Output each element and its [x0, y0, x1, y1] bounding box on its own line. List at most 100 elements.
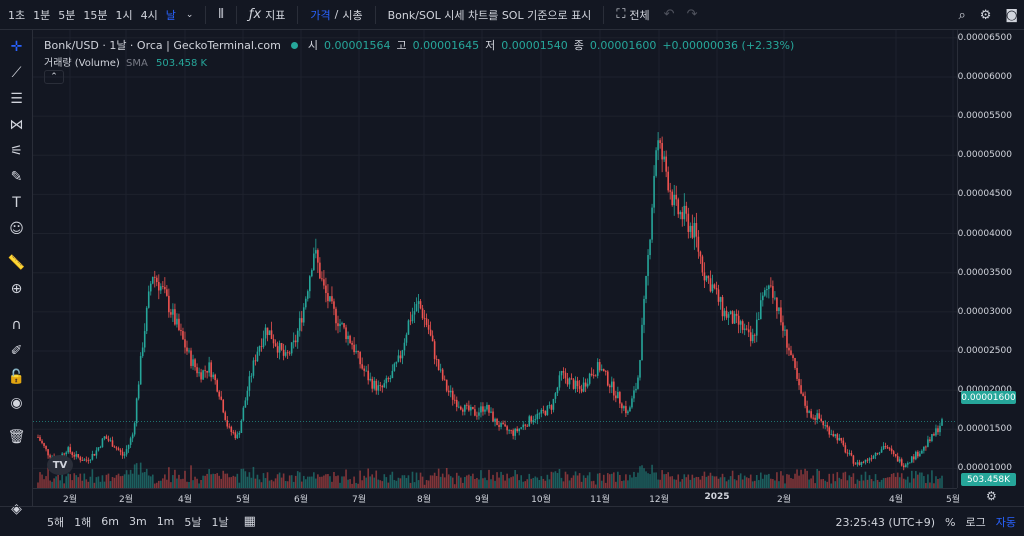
interval-6[interactable]: 날	[162, 7, 180, 23]
lock-icon[interactable]: 🔓	[0, 366, 33, 388]
magnet-icon[interactable]: ∩	[0, 314, 33, 336]
candle-body	[67, 447, 70, 453]
volume-bar	[341, 476, 343, 488]
trend-line-icon[interactable]: ⟋	[0, 62, 33, 84]
volume-bar	[904, 479, 907, 488]
range-5[interactable]: 5날	[179, 514, 206, 530]
eye-icon[interactable]: ◉	[0, 392, 33, 414]
range-1[interactable]: 1해	[69, 514, 96, 530]
crosshair-icon[interactable]: ✛	[0, 36, 33, 58]
text-icon[interactable]: T	[0, 192, 33, 214]
volume-bar	[67, 473, 70, 488]
candle-body	[162, 286, 164, 288]
symbol-title[interactable]: Bonk/USD · 1날 · Orca | GeckoTerminal.com	[44, 37, 281, 53]
candle-body	[520, 427, 523, 429]
brush-icon[interactable]: ✎	[0, 166, 33, 188]
emoji-icon[interactable]: ☺	[0, 218, 33, 240]
candle-body	[719, 297, 722, 302]
time-axis[interactable]: 2월 2월 4월 5월 6월 7월 8월 9월 10월 11월 12월 2025 2월 4월 5월	[33, 488, 960, 506]
clock[interactable]: 23:25:43 (UTC+9)	[836, 516, 936, 529]
candle-body	[115, 447, 118, 449]
candle-body	[774, 297, 776, 299]
volume-bar	[689, 479, 692, 488]
volume-bar	[482, 478, 484, 488]
candle-body	[353, 344, 355, 353]
candle-body	[659, 140, 661, 144]
auto-toggle[interactable]: 자동	[996, 514, 1016, 530]
projection-icon[interactable]: ⚟	[0, 140, 33, 162]
candle-body	[858, 462, 861, 465]
candle-type-icon[interactable]: ⫴	[212, 7, 229, 22]
volume-bar	[135, 463, 138, 488]
volume-bar	[119, 476, 122, 488]
mcap-option[interactable]: 시총	[342, 7, 362, 23]
price-option[interactable]: 가격	[310, 7, 330, 23]
volume-label[interactable]: 거래량 (Volume)	[44, 58, 120, 69]
interval-2[interactable]: 5분	[54, 7, 79, 23]
log-toggle[interactable]: 로그	[966, 514, 986, 530]
zoom-in-icon[interactable]: ⊕	[0, 278, 33, 300]
volume-bar	[85, 479, 88, 488]
candle-body	[139, 356, 142, 385]
candle-body	[588, 373, 591, 384]
candle-body	[83, 459, 86, 461]
volume-bar	[272, 481, 275, 488]
interval-0[interactable]: 1초	[4, 7, 29, 23]
candle-body	[635, 388, 637, 391]
range-6[interactable]: 1날	[207, 514, 234, 530]
percent-toggle[interactable]: %	[945, 516, 955, 529]
price-mcap-toggle[interactable]: 가격 / 시총	[304, 7, 368, 23]
interval-5[interactable]: 4시	[137, 7, 162, 23]
volume-bar	[460, 477, 462, 488]
candle-body	[87, 460, 90, 462]
volume-bar	[770, 478, 772, 488]
redo-icon[interactable]: ↷	[683, 7, 702, 22]
range-4[interactable]: 1m	[152, 515, 180, 528]
candle-body	[226, 420, 229, 427]
candle-body	[327, 293, 329, 302]
candle-body	[480, 406, 482, 413]
volume-bar	[623, 480, 625, 488]
candle-body	[745, 328, 748, 330]
settings-icon[interactable]: ⚙	[980, 8, 992, 23]
sol-toggle-button[interactable]: Bonk/SOL 시세 차트를 SOL 기준으로 표시	[382, 7, 598, 23]
ruler-icon[interactable]: 📏	[0, 252, 33, 274]
volume-bar	[230, 477, 233, 488]
quick-search-icon[interactable]: ⌕	[958, 8, 965, 23]
range-0[interactable]: 5해	[42, 514, 69, 530]
collapse-legend-button[interactable]: ⌃	[44, 70, 64, 84]
candle-body	[484, 409, 486, 412]
chevron-down-icon[interactable]: ⌄	[180, 10, 200, 20]
trash-icon[interactable]: 🗑	[0, 426, 33, 448]
price-tick: 0.00006500	[957, 32, 1012, 43]
interval-1[interactable]: 1분	[29, 7, 54, 23]
range-2[interactable]: 6m	[96, 515, 124, 528]
candle-body	[242, 407, 245, 421]
time-settings-icon[interactable]: ⚙	[986, 489, 997, 503]
volume-bar	[534, 476, 537, 488]
camera-icon[interactable]: ◙	[1005, 8, 1018, 23]
fullscreen-button[interactable]: ⛶ 전체	[610, 7, 655, 23]
pattern-icon[interactable]: ⋈	[0, 114, 33, 136]
volume-bar	[778, 481, 780, 488]
fib-icon[interactable]: ☰	[0, 88, 33, 110]
candle-body	[798, 378, 800, 386]
range-3[interactable]: 3m	[124, 515, 152, 528]
interval-3[interactable]: 15분	[79, 7, 111, 23]
lock-drawing-icon[interactable]: ✐	[0, 340, 33, 362]
volume-bar	[280, 477, 283, 488]
volume-bar	[311, 476, 313, 488]
price-scale[interactable]: 0.00006500 0.00006000 0.00005500 0.00005000…	[957, 30, 1024, 488]
volume-bar	[49, 480, 51, 488]
price-chart[interactable]	[33, 30, 957, 488]
candle-body	[129, 438, 132, 445]
candle-body	[107, 438, 110, 441]
undo-icon[interactable]: ↶	[656, 7, 683, 22]
interval-4[interactable]: 1시	[112, 7, 137, 23]
indicators-button[interactable]: ƒx 지표	[243, 7, 292, 23]
candle-body	[836, 434, 839, 441]
candle-body	[95, 450, 98, 456]
volume-bar	[735, 480, 738, 488]
calendar-icon[interactable]: ▦	[234, 514, 266, 529]
tradingview-logo[interactable]: TV	[47, 455, 73, 475]
